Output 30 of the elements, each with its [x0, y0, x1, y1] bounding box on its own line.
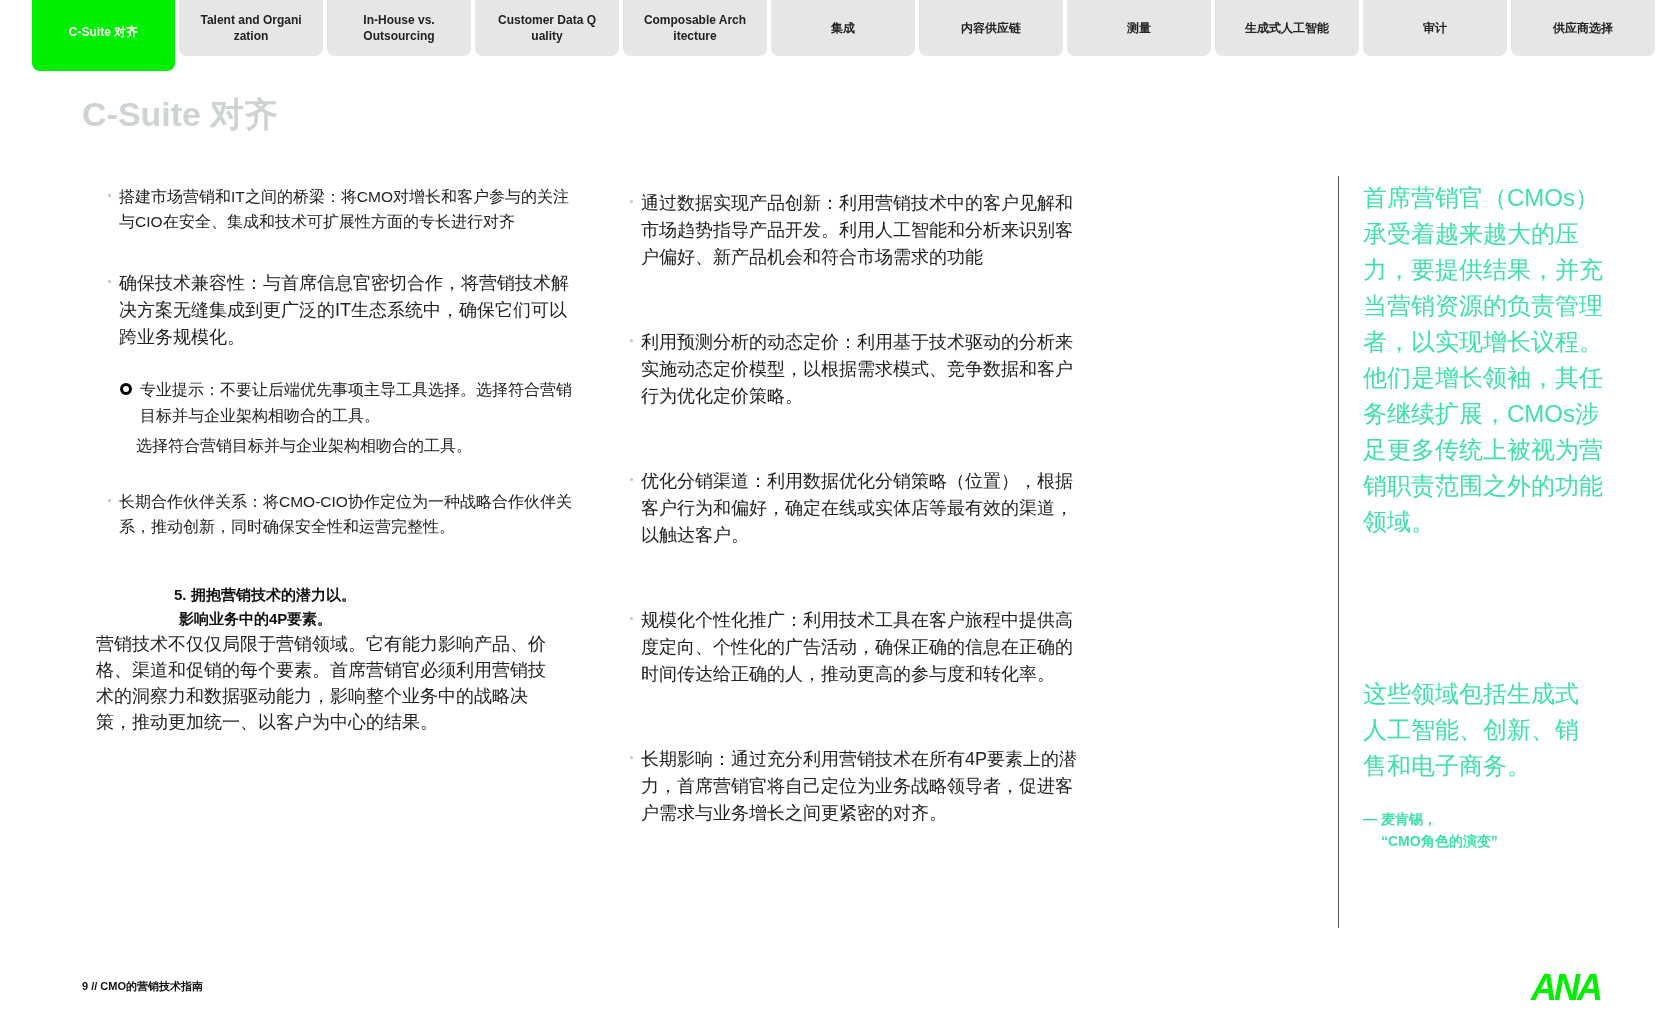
- section-heading: 5. 拥抱营销技术的潜力以。: [174, 585, 356, 605]
- tab[interactable]: 测量: [1067, 0, 1211, 56]
- tab[interactable]: 内容供应链: [919, 0, 1063, 56]
- ring-icon: [120, 383, 132, 395]
- bullet-text: 优化分销渠道：利用数据优化分销策略（位置），根据客户行为和偏好，确定在线或实体店等最有效的渠道，以触达客户。: [641, 470, 1074, 547]
- tab[interactable]: Talent and Organi zation: [179, 0, 323, 56]
- tab[interactable]: 集成: [771, 0, 915, 56]
- quote-attribution: “CMO角色的演变”: [1380, 832, 1498, 851]
- tip-text: 选择符合营销目标并与企业架构相吻合的工具。: [135, 436, 473, 456]
- bullet-text: 确保技术兼容性：与首席信息官密切合作，将营销技术解决方案无缝集成到更广泛的IT生态系统中，确保它们可以跨业务规模化。: [119, 272, 570, 349]
- bullet-text: 规模化个性化推广：利用技术工具在客户旅程中提供高度定向、个性化的广告活动，确保正确的信息在正确的时间传达给正确的人，推动更高的参与度和转化率。: [641, 609, 1074, 686]
- tab[interactable]: 供应商选择: [1511, 0, 1655, 56]
- bullet-text: 搭建市场营销和IT之间的桥梁：将CMO对增长和客户参与的关注与CIO在安全、集成和技术可扩展性方面的专长进行对齐: [119, 187, 570, 232]
- logo: ANA: [1531, 970, 1600, 1006]
- tab[interactable]: In-House vs. Outsourcing: [327, 0, 471, 56]
- tab[interactable]: Composable Arch itecture: [623, 0, 767, 56]
- section-body: 营销技术不仅仅局限于营销领域。它有能力影响产品、价格、渠道和促销的每个要素。首席营销官必须利用营销技术的洞察力和数据驱动能力，影响整个业务中的战略决策，推动更加统一、以客户为中心的结果。: [96, 633, 547, 734]
- quote-attribution: — 麦肯锡，: [1363, 810, 1437, 829]
- quote-text: 首席营销官（CMOs）承受着越来越大的压力，要提供结果，并充当营销资源的负责管理者，以实现增长议程。他们是增长领袖，其任务继续扩展，CMOs涉足更多传统上被视为营销职责范围之外的功能领域。: [1363, 183, 1604, 537]
- tab[interactable]: 审计: [1363, 0, 1507, 56]
- tab[interactable]: 生成式人工智能: [1215, 0, 1359, 56]
- bullet-text: 长期合作伙伴关系：将CMO-CIO协作定位为一种战略合作伙伴关系，推动创新，同时确保安全性和运营完整性。: [119, 492, 573, 537]
- tip-text: 专业提示：不要让后端优先事项主导工具选择。选择符合营销目标并与企业架构相吻合的工具。: [140, 380, 573, 426]
- bullet-text: 利用预测分析的动态定价：利用基于技术驱动的分析来实施动态定价模型，以根据需求模式、竞争数据和客户行为优化定价策略。: [641, 331, 1074, 408]
- quote-text: 这些领域包括生成式人工智能、创新、销售和电子商务。: [1363, 679, 1580, 781]
- page-footer: 9 // CMO的营销技术指南: [82, 977, 203, 994]
- bullet-text: 通过数据实现产品创新：利用营销技术中的客户见解和市场趋势指导产品开发。利用人工智能和分析来识别客户偏好、新产品机会和符合市场需求的功能: [641, 192, 1074, 269]
- tab[interactable]: Customer Data Q uality: [475, 0, 619, 56]
- bullet-text: 长期影响：通过充分利用营销技术在所有4P要素上的潜力，首席营销官将自己定位为业务战略领导者，促进客户需求与业务增长之间更紧密的对齐。: [641, 748, 1079, 825]
- section-heading: 影响业务中的4P要素。: [178, 609, 333, 629]
